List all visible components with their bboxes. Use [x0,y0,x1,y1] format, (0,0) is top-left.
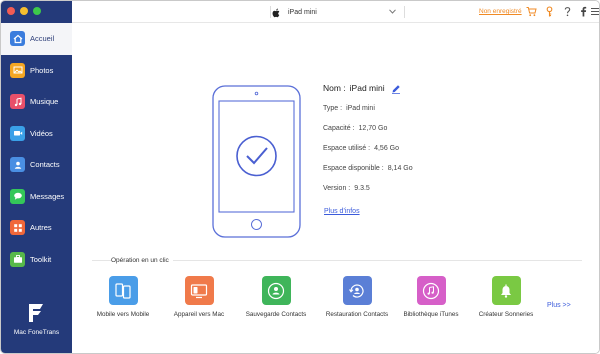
info-espace-utilise: Espace utilisé :4,56 Go [323,145,399,152]
info-value: 4,56 Go [374,145,400,152]
sidebar-item-label: Vidéos [30,128,53,138]
app-window: Accueil Photos Musique Vidéos Contacts M… [0,0,600,354]
op-label: Appareil vers Mac [173,311,225,318]
sidebar-item-label: Musique [30,97,59,107]
sidebar-item-messages[interactable]: Messages [1,181,72,213]
more-operations-link[interactable]: Plus >> [547,302,571,309]
nom-value: iPad mini [349,83,385,93]
info-label: Espace utilisé : [323,145,371,152]
others-icon [10,220,25,236]
info-capacite: Capacité :12,70 Go [323,125,387,132]
sidebar: Accueil Photos Musique Vidéos Contacts M… [1,1,72,353]
facebook-icon[interactable] [578,6,589,17]
info-espace-disponible: Espace disponible :8,14 Go [323,165,413,172]
device-selector[interactable]: iPad mini [272,6,402,19]
op-contacts-backup[interactable]: Sauvegarde Contacts [236,276,316,318]
sidebar-nav: Accueil Photos Musique Vidéos Contacts M… [1,23,72,275]
itunes-library-icon [416,276,446,305]
sidebar-item-label: Toolkit [30,254,52,264]
register-link[interactable]: Non enregistré [479,8,522,15]
nom-label: Nom : [323,83,346,93]
fonetrans-logo-icon [29,304,43,322]
main-panel: Nom : iPad mini Type : iPad mini Capacité … [72,23,599,353]
zoom-window-button[interactable] [33,7,41,15]
info-version: Version :9.3.5 [323,185,370,192]
chevron-down-icon [389,9,396,14]
sidebar-item-contacts[interactable]: Contacts [1,149,72,181]
info-value: 8,14 Go [387,165,413,172]
sidebar-item-label: Messages [30,191,65,201]
info-value: iPad mini [346,105,375,112]
key-icon[interactable] [544,6,555,17]
ipad-illustration [212,85,301,238]
divider [270,6,271,18]
photos-icon [10,62,25,78]
phone-to-phone-icon [108,276,138,305]
brand-name: Mac FoneTrans [13,329,60,336]
sidebar-item-label: Contacts [30,160,60,170]
info-value: 9.3.5 [354,185,370,192]
info-value: 12,70 Go [358,125,388,132]
op-label: Mobile vers Mobile [96,311,150,318]
sidebar-item-photos[interactable]: Photos [1,55,72,87]
ringtone-maker-icon [491,276,521,305]
op-itunes-library[interactable]: Bibliothèque iTunes [391,276,471,318]
sidebar-item-accueil[interactable]: Accueil [1,23,72,55]
op-label: Bibliothèque iTunes [403,311,459,318]
messages-icon [10,188,25,204]
one-click-title: Opération en un clic [111,257,173,264]
cart-icon[interactable] [526,6,537,17]
op-label: Créateur Sonneries [478,311,534,318]
device-name: iPad mini [288,9,317,16]
edit-icon[interactable] [391,84,401,94]
sidebar-item-musique[interactable]: Musique [1,86,72,118]
window-controls [7,7,41,15]
top-bar: iPad mini Non enregistré [72,1,600,23]
sidebar-item-label: Accueil [30,34,55,44]
device-name-row: Nom : iPad mini [323,83,385,93]
info-label: Version : [323,185,351,192]
music-icon [10,94,25,110]
close-window-button[interactable] [7,7,15,15]
info-label: Capacité : [323,125,355,132]
contacts-restore-icon [342,276,372,305]
sidebar-item-toolkit[interactable]: Toolkit [1,244,72,276]
contacts-icon [10,157,25,173]
info-type: Type : iPad mini [323,105,375,112]
home-icon [10,31,25,47]
op-label: Sauvegarde Contacts [245,311,307,318]
sidebar-item-label: Autres [30,223,52,233]
op-device-to-mac[interactable]: Appareil vers Mac [159,276,239,318]
op-label: Restauration Contacts [325,311,389,318]
divider [404,6,405,18]
menu-icon[interactable] [590,6,600,17]
op-mobile-to-mobile[interactable]: Mobile vers Mobile [83,276,163,318]
contacts-backup-icon [261,276,291,305]
sidebar-item-videos[interactable]: Vidéos [1,118,72,150]
question-icon[interactable] [562,6,573,17]
minimize-window-button[interactable] [20,7,28,15]
video-icon [10,125,25,141]
op-ringtone-maker[interactable]: Créateur Sonneries [466,276,546,318]
sidebar-item-label: Photos [30,65,54,75]
info-label: Espace disponible : [323,165,384,172]
device-to-mac-icon [184,276,214,305]
op-contacts-restore[interactable]: Restauration Contacts [317,276,397,318]
apple-icon [272,8,280,17]
more-info-link[interactable]: Plus d'infos [324,208,360,215]
toolkit-icon [10,251,25,267]
info-label: Type : [323,105,343,112]
sidebar-item-autres[interactable]: Autres [1,212,72,244]
